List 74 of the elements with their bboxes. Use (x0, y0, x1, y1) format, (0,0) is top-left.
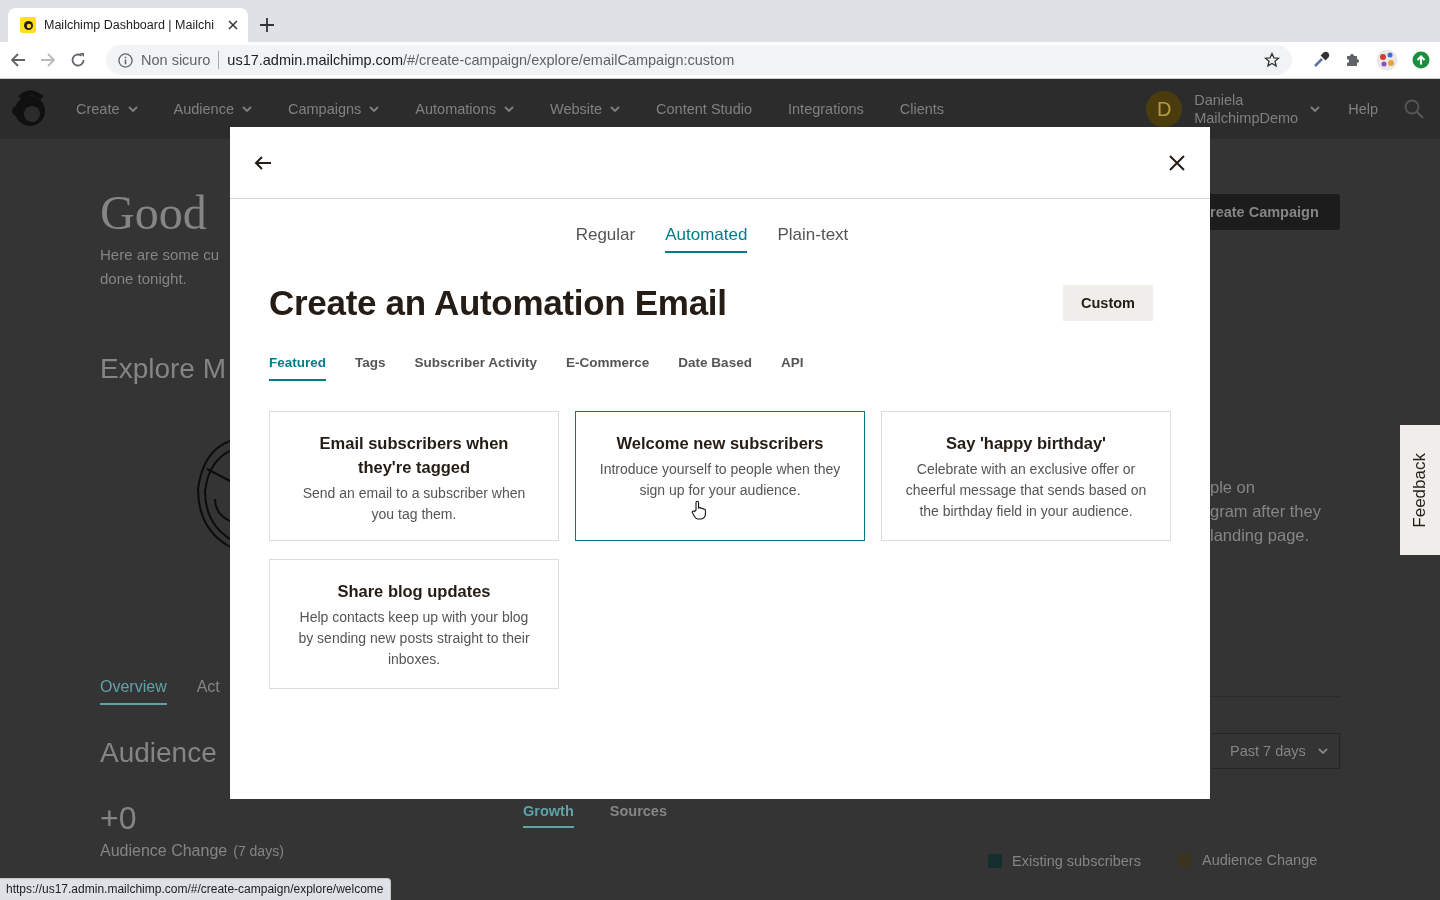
eyedropper-icon[interactable] (1312, 51, 1330, 69)
greeting-heading: Good (100, 185, 207, 241)
section-heading: Audience (100, 736, 217, 770)
stat-period: (7 days) (233, 843, 284, 859)
upload-icon[interactable] (1412, 51, 1430, 69)
back-button[interactable] (254, 155, 272, 170)
card-title: Email subscribers when they're tagged (318, 433, 510, 478)
url-text: us17.admin.mailchimp.com/#/create-campaign/explore/emailCampaign:custom (227, 52, 736, 68)
nav-item[interactable]: Audience (173, 101, 252, 117)
template-card[interactable]: Email subscribers when they're tagged Send an email to a subscriber when you tag them. (269, 411, 559, 541)
dialog-title: Create an Automation Email (269, 282, 727, 324)
category-tab[interactable]: Featured (269, 353, 326, 381)
card-description: Send an email to a subscriber when you tag them. (301, 484, 527, 524)
template-card[interactable]: Say 'happy birthday' Celebrate with an exclusive offer or cheerful message that sends based on the birthday field in your audience. (881, 411, 1171, 541)
tab[interactable]: Sources (609, 799, 667, 828)
puzzle-icon[interactable] (1344, 51, 1362, 69)
custom-button[interactable]: Custom (1063, 285, 1153, 321)
card-description: Introduce yourself to people when they sign up for your audience. (598, 460, 842, 500)
tab[interactable]: Automated (665, 223, 748, 253)
tab-title: Mailchimp Dashboard | Mailchi (44, 18, 215, 32)
profile-icon[interactable] (1376, 49, 1398, 71)
nav-item[interactable]: Content Studio (656, 101, 752, 117)
promo-text: ple on (1210, 477, 1255, 498)
tab[interactable]: Regular (575, 223, 636, 253)
close-icon[interactable] (228, 20, 238, 30)
category-tab[interactable]: Tags (355, 353, 386, 381)
category-tab[interactable]: E-Commerce (566, 353, 650, 381)
back-icon[interactable] (10, 52, 26, 68)
range-dropdown[interactable]: Past 7 days (1212, 733, 1340, 769)
card-description: Help contacts keep up with your blog by sending new posts straight to their inboxes. (297, 608, 531, 669)
user-name[interactable]: Daniela MailchimpDemo (1194, 91, 1299, 127)
nav-item[interactable]: Website (549, 101, 621, 117)
caret-icon (1310, 106, 1321, 112)
category-tab[interactable]: Subscriber Activity (414, 353, 538, 381)
stat-label: Audience Change (100, 841, 228, 861)
tab[interactable]: Overview (100, 674, 167, 705)
nav-item[interactable]: Integrations (788, 101, 864, 117)
nav-item[interactable]: Campaigns (288, 101, 380, 117)
card-title: Say 'happy birthday' (944, 433, 1108, 454)
user-avatar[interactable]: D (1146, 91, 1183, 127)
promo-text: landing page. (1210, 525, 1310, 546)
create-campaign-button[interactable]: reate Campaign (1210, 194, 1340, 230)
category-tab[interactable]: API (780, 353, 804, 381)
security-label: Non sicuro (141, 52, 211, 68)
nav-item[interactable]: Clients (899, 101, 945, 117)
intro-text: done tonight. (100, 269, 187, 289)
card-description: Celebrate with an exclusive offer or cheerful message that sends based on the birthday field in your audience. (904, 460, 1148, 521)
section-heading: Explore M (100, 352, 227, 386)
nav-item[interactable]: Create (76, 101, 138, 117)
info-icon (118, 52, 133, 68)
promo-text: gram after they (1210, 501, 1321, 522)
category-tab[interactable]: Date Based (678, 353, 752, 381)
hand-cursor-icon (691, 500, 707, 520)
template-card[interactable]: Welcome new subscribers Introduce yourself to people when they sign up for your audience. (575, 411, 865, 541)
card-title: Welcome new subscribers (615, 433, 825, 454)
star-icon[interactable] (1264, 52, 1280, 68)
status-url: https://us17.admin.mailchimp.com/#/create-campaign/explore/welcome (0, 878, 391, 900)
address-bar[interactable]: Non sicuro us17.admin.mailchimp.com/#/create-campaign/explore/emailCampaign:custom (106, 45, 1292, 75)
browser-tab[interactable]: Mailchimp Dashboard | Mailchi (8, 8, 248, 42)
help-link[interactable]: Help (1348, 101, 1378, 117)
legend-label: Audience Change (1202, 851, 1318, 869)
caret-icon (1317, 748, 1328, 754)
new-tab-icon[interactable] (260, 18, 274, 32)
template-card[interactable]: Share blog updates Help contacts keep up with your blog by sending new posts straight to their inboxes. (269, 559, 559, 689)
card-title: Share blog updates (336, 581, 492, 602)
nav-item[interactable]: Automations (415, 101, 514, 117)
close-button[interactable] (1168, 153, 1186, 172)
tab[interactable]: Act (196, 674, 220, 705)
tab[interactable]: Plain-text (777, 223, 849, 253)
legend-label: Existing subscribers (1012, 852, 1141, 870)
feedback-tab[interactable]: Feedback (1400, 425, 1440, 555)
stat-value: +0 (100, 799, 137, 838)
intro-text: Here are some cu (100, 245, 220, 265)
reload-icon[interactable] (70, 52, 86, 68)
